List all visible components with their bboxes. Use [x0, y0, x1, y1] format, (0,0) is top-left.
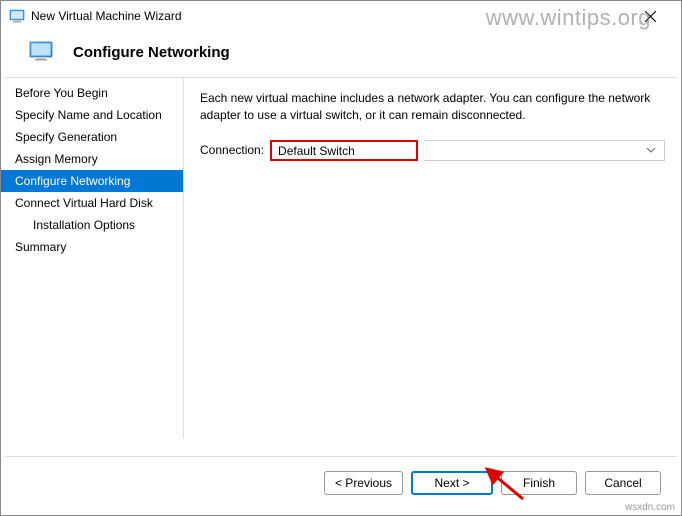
chevron-down-icon	[646, 147, 656, 153]
wizard-footer: < Previous Next > Finish Cancel	[5, 456, 677, 509]
close-icon	[645, 11, 656, 22]
page-title: Configure Networking	[73, 44, 230, 61]
app-icon	[9, 8, 25, 24]
wizard-sidebar: Before You BeginSpecify Name and Locatio…	[1, 78, 184, 438]
connection-label: Connection:	[200, 143, 264, 157]
finish-button[interactable]: Finish	[501, 471, 577, 495]
sidebar-item-configure-networking[interactable]: Configure Networking	[1, 170, 183, 192]
sidebar-item-connect-virtual-hard-disk[interactable]: Connect Virtual Hard Disk	[1, 192, 183, 214]
wizard-header: Configure Networking	[1, 31, 681, 77]
sidebar-item-summary[interactable]: Summary	[1, 236, 183, 258]
sidebar-item-before-you-begin[interactable]: Before You Begin	[1, 82, 183, 104]
connection-dropdown[interactable]: Default Switch	[270, 140, 418, 161]
wizard-main: Each new virtual machine includes a netw…	[184, 78, 681, 438]
cancel-button[interactable]: Cancel	[585, 471, 661, 495]
close-button[interactable]	[633, 1, 673, 31]
description-text: Each new virtual machine includes a netw…	[200, 90, 665, 124]
sidebar-item-installation-options[interactable]: Installation Options	[1, 214, 183, 236]
titlebar: New Virtual Machine Wizard	[1, 1, 681, 31]
window-title: New Virtual Machine Wizard	[31, 9, 182, 23]
sidebar-item-specify-generation[interactable]: Specify Generation	[1, 126, 183, 148]
sidebar-item-specify-name-and-location[interactable]: Specify Name and Location	[1, 104, 183, 126]
next-button[interactable]: Next >	[411, 471, 493, 495]
connection-dropdown-ext[interactable]	[424, 140, 665, 161]
monitor-icon	[29, 41, 53, 63]
previous-button[interactable]: < Previous	[324, 471, 403, 495]
sidebar-item-assign-memory[interactable]: Assign Memory	[1, 148, 183, 170]
connection-field: Connection: Default Switch	[200, 140, 665, 161]
connection-value: Default Switch	[278, 144, 355, 158]
